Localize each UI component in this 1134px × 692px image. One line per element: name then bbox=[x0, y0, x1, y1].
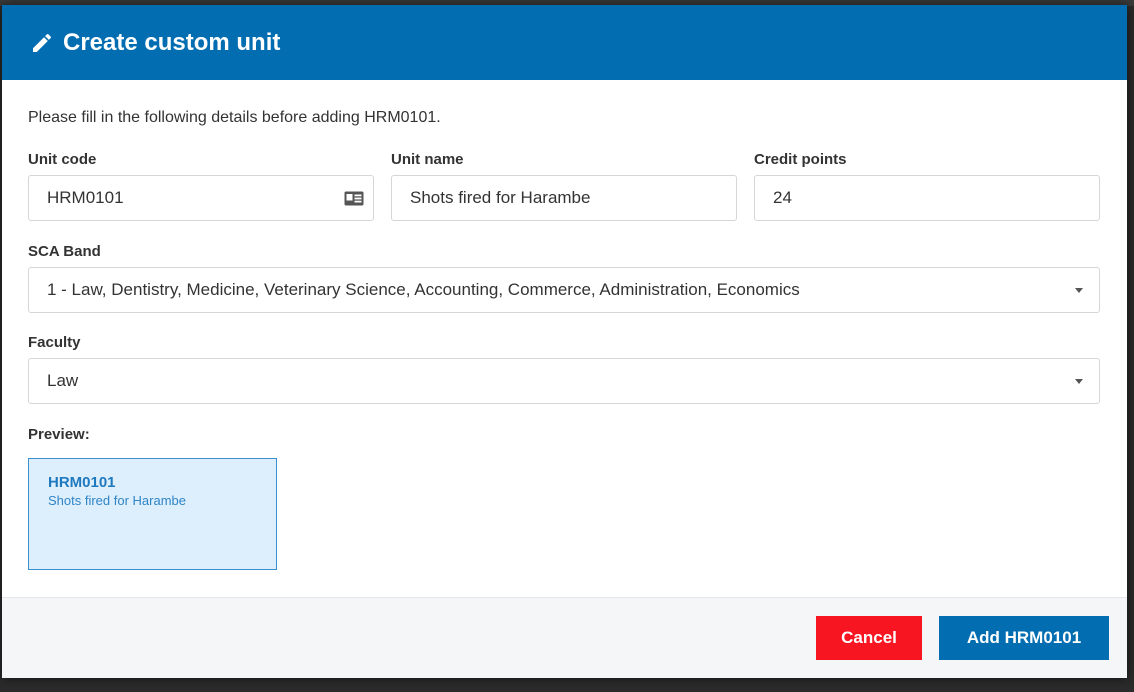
caret-down-icon bbox=[1075, 379, 1083, 384]
sca-band-label: SCA Band bbox=[28, 243, 101, 260]
preview-label: Preview: bbox=[28, 426, 90, 443]
sca-band-value: 1 - Law, Dentistry, Medicine, Veterinary… bbox=[47, 280, 800, 299]
unit-name-value: Shots fired for Harambe bbox=[410, 188, 591, 207]
create-custom-unit-dialog: Create custom unit Please fill in the fo… bbox=[2, 5, 1127, 678]
unit-code-value: HRM0101 bbox=[47, 188, 124, 207]
id-card-icon[interactable] bbox=[344, 191, 364, 206]
dialog-body: Please fill in the following details bef… bbox=[2, 80, 1127, 597]
dialog-footer: Cancel Add HRM0101 bbox=[2, 597, 1127, 678]
credit-points-value: 24 bbox=[773, 188, 792, 207]
faculty-value: Law bbox=[47, 371, 79, 390]
unit-preview-card: HRM0101 Shots fired for Harambe bbox=[28, 458, 277, 570]
unit-name-label: Unit name bbox=[391, 151, 464, 168]
add-unit-button[interactable]: Add HRM0101 bbox=[939, 616, 1109, 660]
intro-text: Please fill in the following details bef… bbox=[28, 109, 441, 126]
preview-unit-code: HRM0101 bbox=[48, 474, 116, 491]
credit-points-input[interactable]: 24 bbox=[754, 175, 1100, 221]
unit-code-label: Unit code bbox=[28, 151, 97, 168]
pencil-icon bbox=[33, 33, 52, 52]
faculty-label: Faculty bbox=[28, 334, 81, 351]
dialog-title: Create custom unit bbox=[63, 28, 281, 56]
cancel-button[interactable]: Cancel bbox=[816, 616, 922, 660]
unit-code-input[interactable]: HRM0101 bbox=[28, 175, 374, 221]
unit-name-input[interactable]: Shots fired for Harambe bbox=[391, 175, 737, 221]
faculty-select[interactable]: Law bbox=[28, 358, 1100, 404]
dialog-header: Create custom unit bbox=[2, 5, 1127, 80]
sca-band-select[interactable]: 1 - Law, Dentistry, Medicine, Veterinary… bbox=[28, 267, 1100, 313]
preview-unit-name: Shots fired for Harambe bbox=[48, 493, 187, 508]
caret-down-icon bbox=[1075, 288, 1083, 293]
credit-points-label: Credit points bbox=[754, 151, 847, 168]
